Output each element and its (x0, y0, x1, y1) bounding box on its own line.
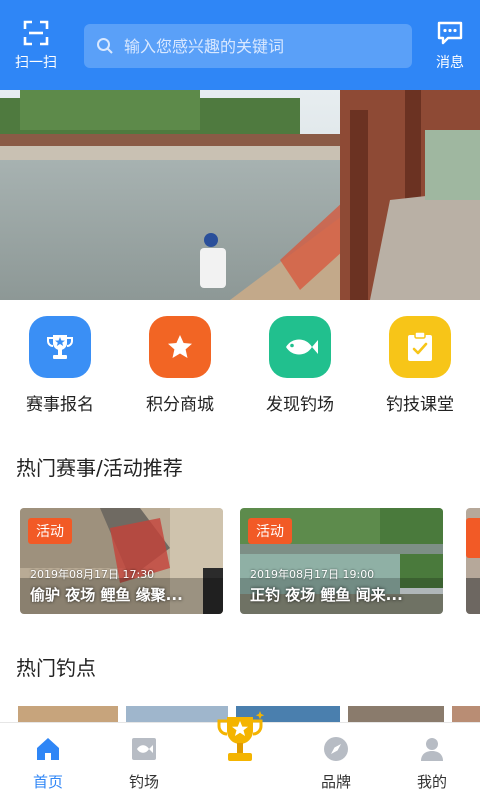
event-title: 正钓 夜场 鲤鱼 闻来... (250, 586, 403, 604)
quick-link-label: 赛事报名 (26, 395, 94, 415)
quick-link-find-spot[interactable]: 发现钓场 (245, 316, 355, 430)
user-icon (421, 738, 443, 761)
event-date: 2019年08月17日 19:00 (250, 568, 375, 581)
banner-carousel[interactable] (0, 90, 480, 300)
message-icon (437, 21, 463, 45)
scan-button[interactable]: 扫一扫 (10, 20, 62, 76)
search-bar[interactable] (84, 24, 412, 68)
quick-links: 赛事报名 积分商城 发现钓场 钓技课堂 (0, 300, 480, 430)
event-tag: 活动 (28, 518, 72, 544)
tab-home[interactable]: 首页 (0, 723, 96, 800)
search-icon (97, 38, 113, 54)
banner-image (0, 90, 480, 300)
tab-label: 品牌 (320, 773, 351, 791)
trophy-icon (29, 316, 91, 378)
event-card[interactable]: 活动 2019年08月17日 17:30 偷驴 夜场 鲤鱼 缘聚... (20, 508, 223, 614)
event-title: 偷驴 夜场 鲤鱼 缘聚... (30, 586, 183, 604)
quick-link-event-signup[interactable]: 赛事报名 (5, 316, 115, 430)
event-carousel: 活动 2019年08月17日 17:30 偷驴 夜场 鲤鱼 缘聚... 活动 2… (0, 508, 480, 616)
tab-brand[interactable]: 品牌 (288, 723, 384, 800)
fish-spot-icon (132, 738, 156, 760)
event-card-partial[interactable] (466, 508, 480, 614)
quick-link-skill-class[interactable]: 钓技课堂 (365, 316, 475, 430)
tab-label: 钓场 (128, 773, 159, 791)
tab-label: 首页 (32, 773, 63, 791)
search-input[interactable] (124, 36, 404, 56)
clipboard-check-icon (389, 316, 451, 378)
event-card-image (466, 508, 480, 614)
bottom-tab-bar: 首页 钓场 品牌 我的 (0, 711, 480, 800)
quick-link-label: 钓技课堂 (386, 395, 454, 415)
tab-center-trophy[interactable] (192, 711, 288, 800)
event-date: 2019年08月17日 17:30 (30, 568, 155, 581)
home-icon (37, 738, 59, 760)
fish-icon (269, 316, 331, 378)
quick-link-points-mall[interactable]: 积分商城 (125, 316, 235, 430)
quick-link-label: 积分商城 (146, 395, 214, 415)
tab-label: 我的 (416, 773, 447, 791)
event-tag: 活动 (248, 518, 292, 544)
trophy-icon (217, 711, 265, 761)
message-label: 消息 (436, 55, 464, 71)
star-icon (149, 316, 211, 378)
scan-icon (23, 20, 49, 46)
events-section-title: 热门赛事/活动推荐 (16, 456, 183, 480)
message-button[interactable]: 消息 (430, 20, 470, 72)
scan-label: 扫一扫 (15, 55, 57, 71)
event-card[interactable]: 活动 2019年08月17日 19:00 正钓 夜场 鲤鱼 闻来... (240, 508, 443, 614)
spots-section-title: 热门钓点 (16, 656, 96, 680)
tab-mine[interactable]: 我的 (384, 723, 480, 800)
tab-fishing-spot[interactable]: 钓场 (96, 723, 192, 800)
compass-icon (324, 737, 348, 761)
quick-link-label: 发现钓场 (266, 395, 334, 415)
top-header: 扫一扫 消息 (0, 0, 480, 90)
